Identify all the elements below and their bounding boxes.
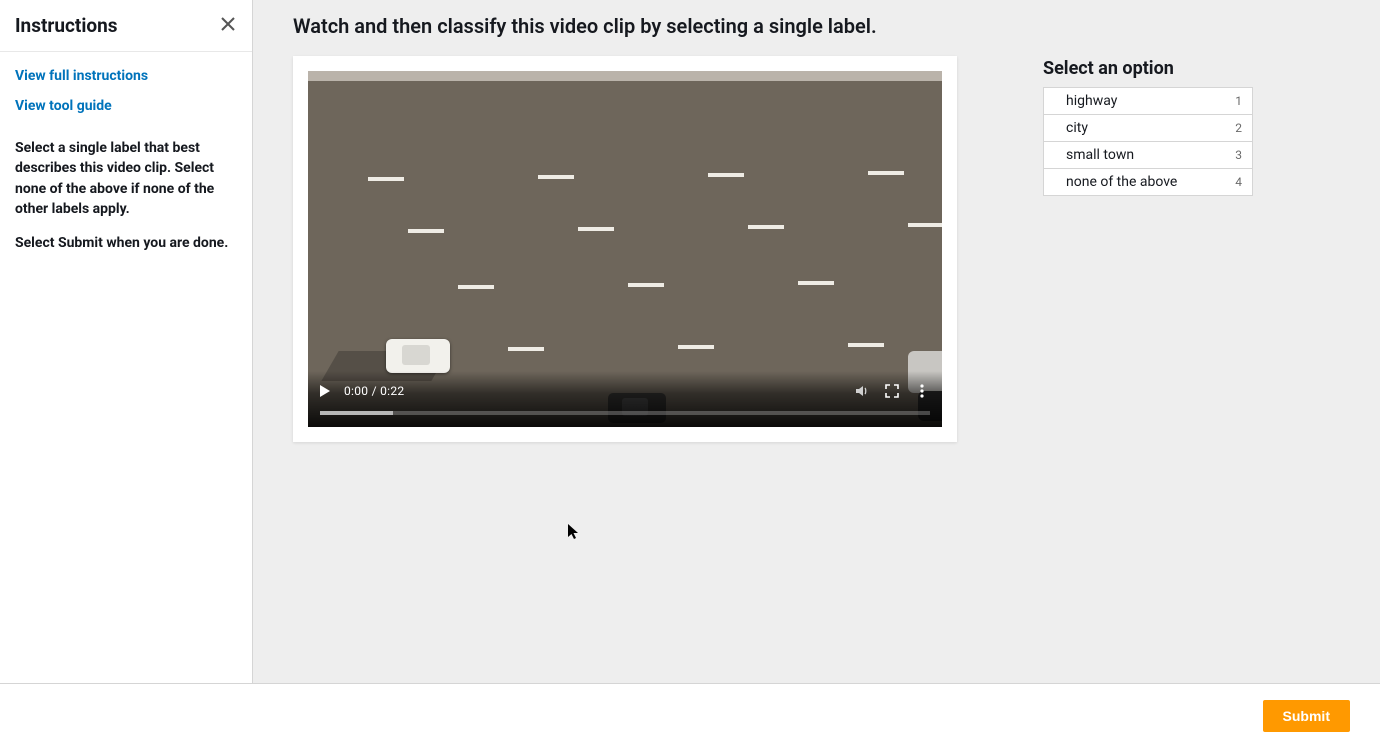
option-label: highway bbox=[1066, 93, 1117, 109]
view-full-instructions-link[interactable]: View full instructions bbox=[15, 68, 237, 84]
submit-button[interactable]: Submit bbox=[1263, 700, 1350, 732]
instructions-sidebar: Instructions View full instructions View… bbox=[0, 0, 253, 683]
task-title: Watch and then classify this video clip … bbox=[293, 14, 957, 38]
more-options-icon[interactable] bbox=[914, 383, 930, 399]
options-column: Select an option highway 1 city 2 small … bbox=[1043, 14, 1253, 195]
video-controls: 0:00 / 0:22 bbox=[308, 371, 942, 427]
option-shortcut: 4 bbox=[1235, 175, 1242, 189]
video-progress-bar[interactable] bbox=[320, 411, 930, 415]
sidebar-title: Instructions bbox=[15, 14, 118, 37]
instructions-paragraph-1: Select a single label that best describe… bbox=[15, 138, 237, 219]
video-time: 0:00 / 0:22 bbox=[344, 384, 404, 398]
option-label: city bbox=[1066, 120, 1088, 136]
footer: Submit bbox=[0, 683, 1380, 747]
option-shortcut: 1 bbox=[1235, 94, 1242, 108]
task-column: Watch and then classify this video clip … bbox=[293, 14, 957, 442]
option-label: none of the above bbox=[1066, 174, 1177, 190]
video-progress-fill bbox=[320, 411, 393, 415]
play-button[interactable] bbox=[320, 385, 330, 397]
video-card: 0:00 / 0:22 bbox=[293, 56, 957, 442]
option-shortcut: 2 bbox=[1235, 121, 1242, 135]
option-highway[interactable]: highway 1 bbox=[1043, 87, 1253, 115]
sidebar-header: Instructions bbox=[0, 0, 252, 52]
close-instructions-button[interactable] bbox=[219, 15, 237, 36]
fullscreen-icon[interactable] bbox=[884, 383, 900, 399]
instructions-paragraph-2: Select Submit when you are done. bbox=[15, 233, 237, 253]
option-label: small town bbox=[1066, 147, 1134, 163]
main-content: Watch and then classify this video clip … bbox=[253, 0, 1380, 683]
option-none-of-the-above[interactable]: none of the above 4 bbox=[1043, 168, 1253, 196]
view-tool-guide-link[interactable]: View tool guide bbox=[15, 98, 237, 114]
option-shortcut: 3 bbox=[1235, 148, 1242, 162]
options-title: Select an option bbox=[1043, 58, 1253, 79]
sidebar-body: View full instructions View tool guide S… bbox=[0, 52, 252, 269]
option-city[interactable]: city 2 bbox=[1043, 114, 1253, 142]
video-player[interactable]: 0:00 / 0:22 bbox=[308, 71, 942, 427]
close-icon bbox=[221, 17, 235, 34]
options-list: highway 1 city 2 small town 3 none of th… bbox=[1043, 87, 1253, 195]
volume-icon[interactable] bbox=[854, 383, 870, 399]
option-small-town[interactable]: small town 3 bbox=[1043, 141, 1253, 169]
